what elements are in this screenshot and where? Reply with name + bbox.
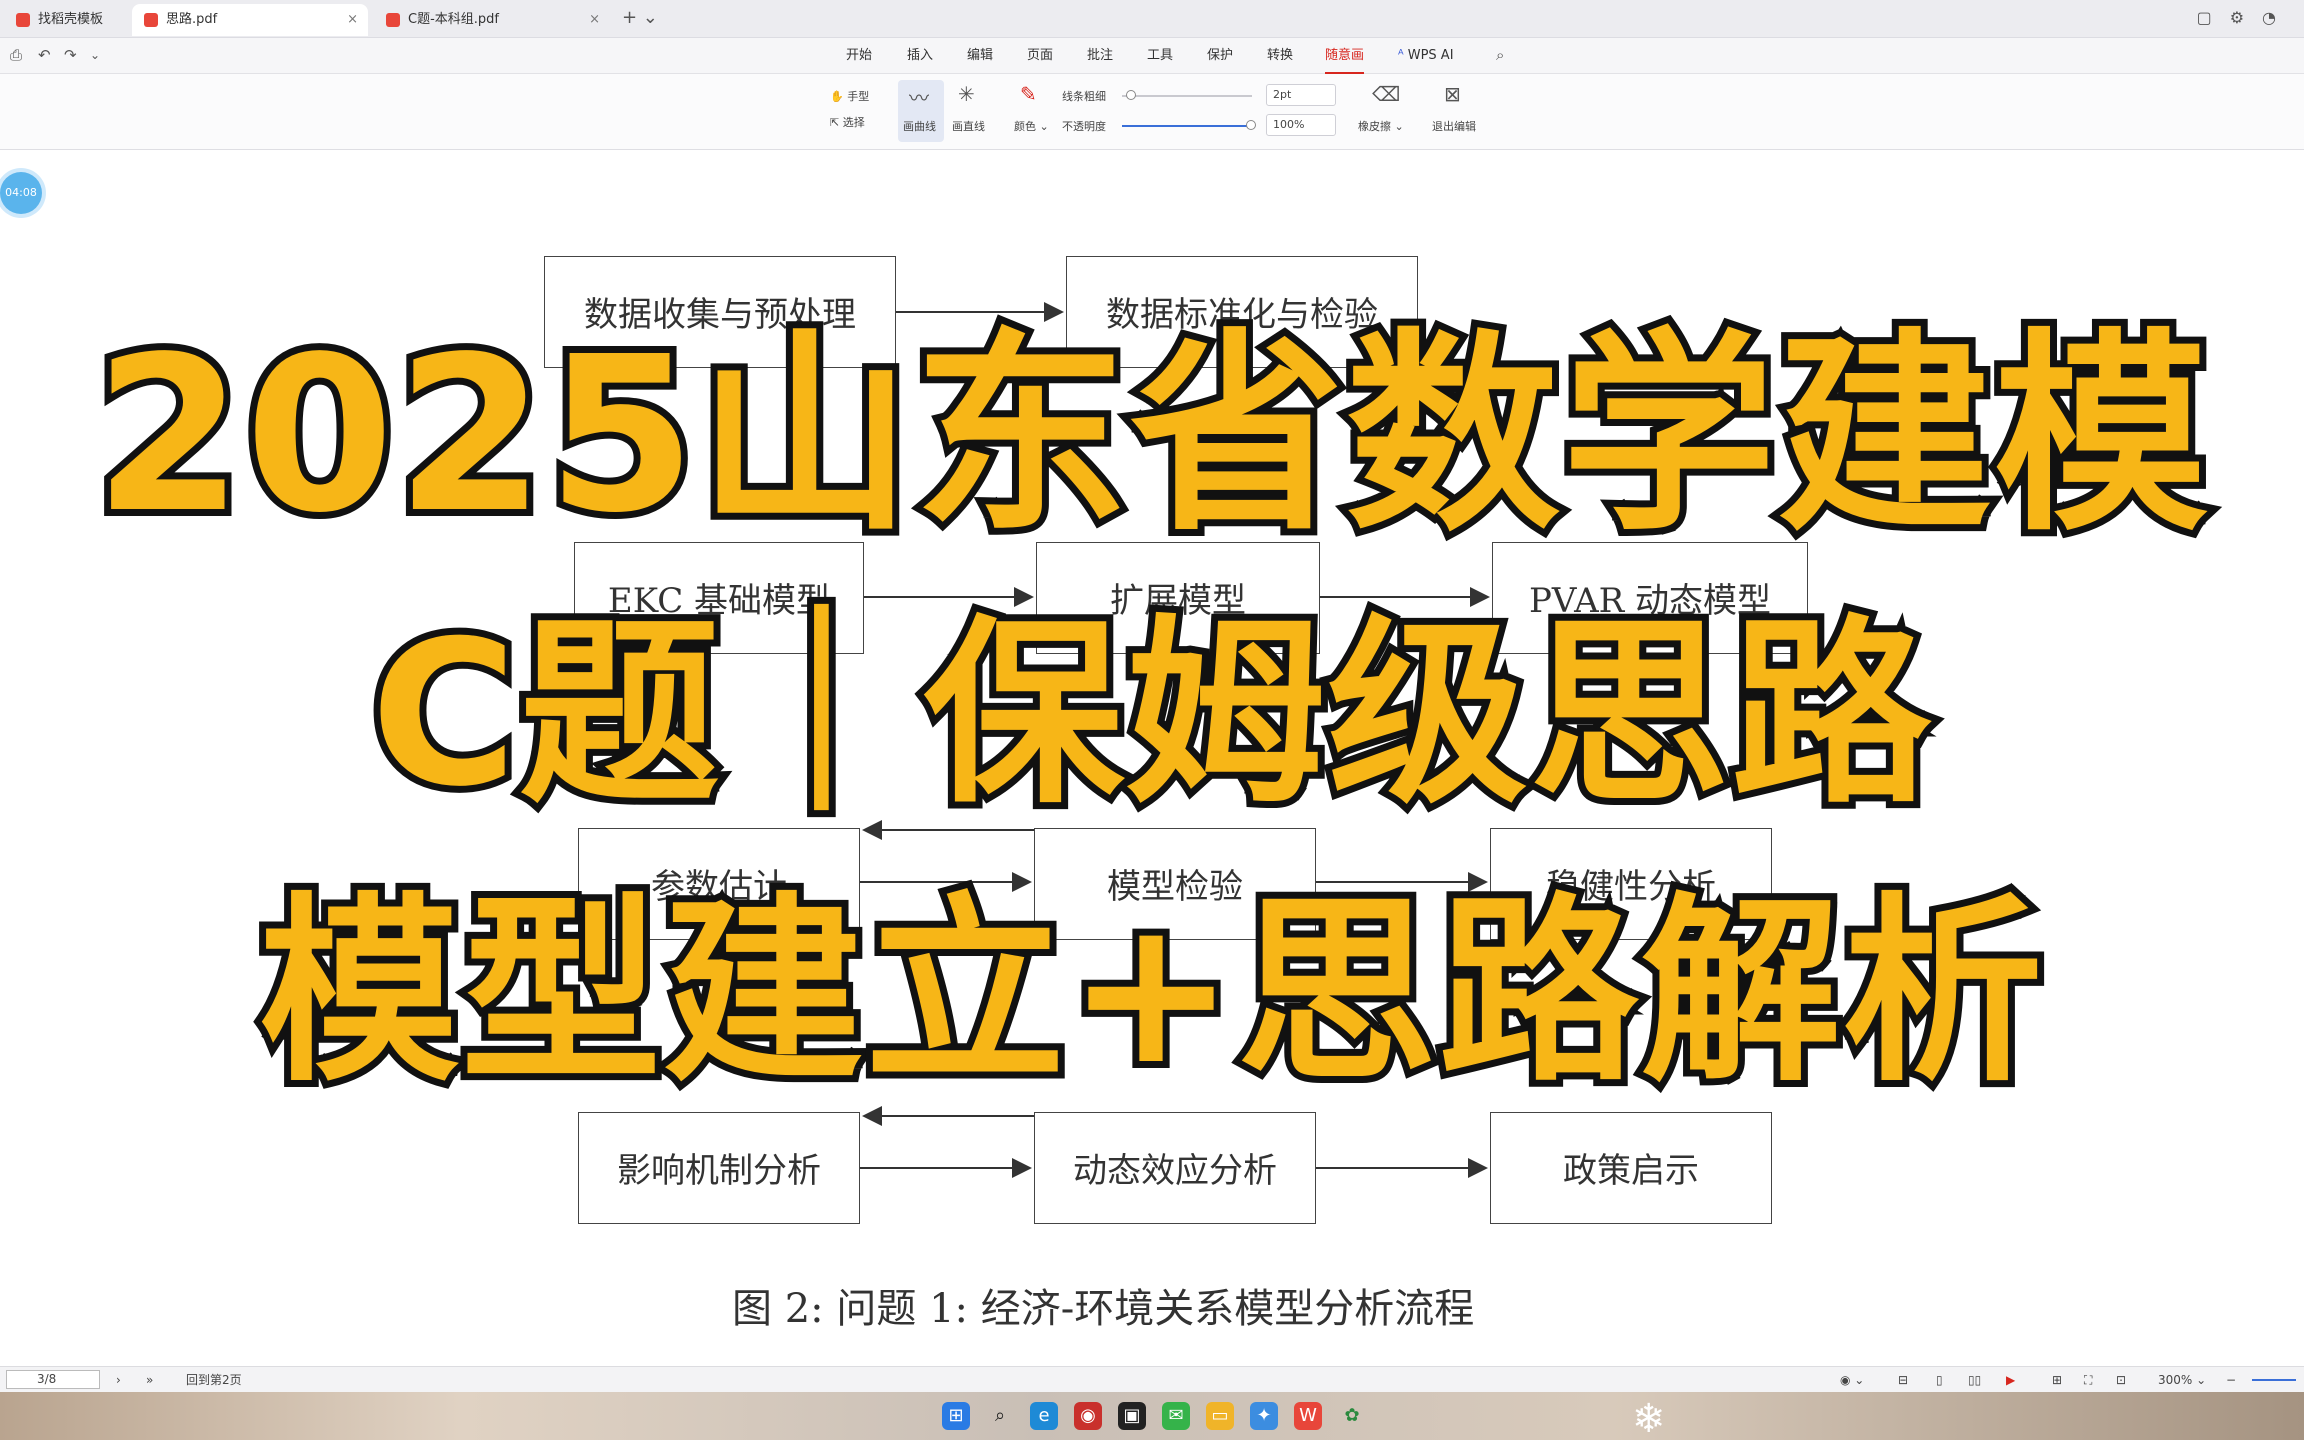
eye-icon[interactable]: ◉ ⌄	[1840, 1367, 1864, 1393]
curve-icon[interactable]: 〰	[909, 82, 929, 111]
folder-icon[interactable]: ▭	[1206, 1402, 1234, 1430]
page-number-input[interactable]: 3/8	[6, 1370, 100, 1389]
tab-label: C题-本科组.pdf	[408, 12, 499, 27]
window-controls[interactable]: ▢⚙◔	[2197, 8, 2294, 27]
undo-icon[interactable]: ↶	[38, 46, 51, 64]
zoom-out-icon[interactable]: −	[2226, 1367, 2236, 1393]
box-label: 政策启示	[1563, 1151, 1699, 1191]
menu-annotate[interactable]: 批注	[1087, 38, 1113, 74]
wps-taskbar-icon[interactable]: W	[1294, 1402, 1322, 1430]
opacity-slider[interactable]	[1122, 125, 1252, 127]
snowflake-icon: ❄	[1632, 1396, 1666, 1442]
grid-icon[interactable]: ⊞	[2052, 1367, 2062, 1393]
figure-caption: 图 2: 问题 1: 经济-环境关系模型分析流程	[732, 1286, 1475, 1332]
ai-icon: ᴬ	[1398, 48, 1408, 63]
menu-page[interactable]: 页面	[1027, 38, 1053, 74]
app-red-icon[interactable]: ◉	[1074, 1402, 1102, 1430]
tab-bar: 找稻壳模板 思路.pdf × C题-本科组.pdf × + ⌄ ▢⚙◔	[0, 0, 2304, 38]
thickness-slider[interactable]	[1122, 95, 1252, 97]
pdf-icon	[144, 13, 158, 27]
menu-wps-ai[interactable]: ᴬ WPS AI	[1398, 38, 1454, 74]
overlay-title-line1: 2025山东省数学建模	[87, 309, 2215, 563]
select-label: 选择	[842, 116, 865, 129]
search-icon[interactable]: ⌕	[986, 1402, 1014, 1430]
menu-tools[interactable]: 工具	[1147, 38, 1173, 74]
search-icon[interactable]: ⌕	[1496, 46, 1504, 64]
zoom-value: 300%	[2158, 1373, 2193, 1387]
box-label: 动态效应分析	[1073, 1151, 1277, 1191]
overlay-title-line2: C题｜保姆级思路	[364, 593, 1939, 837]
tab-label: 思路.pdf	[166, 12, 218, 27]
eraser-label: 橡皮擦	[1358, 120, 1391, 133]
menu-freedraw[interactable]: 随意画	[1325, 38, 1365, 74]
fit-width-icon[interactable]: ⊡	[2116, 1367, 2126, 1393]
menu-edit[interactable]: 编辑	[967, 38, 993, 74]
exit-edit-icon[interactable]: ⊠	[1444, 82, 1461, 106]
straight-line-icon[interactable]: ✳	[958, 82, 975, 106]
box-policy: 政策启示	[1490, 1112, 1772, 1224]
wechat-icon[interactable]: ✉	[1162, 1402, 1190, 1430]
last-page-icon[interactable]: »	[146, 1367, 153, 1393]
single-page-icon[interactable]: ▯	[1936, 1367, 1943, 1393]
thickness-label: 线条粗细	[1062, 90, 1106, 103]
exit-edit-button[interactable]: 退出编辑	[1432, 118, 1476, 134]
thickness-value: 2pt	[1273, 88, 1292, 101]
tab-template[interactable]: 找稻壳模板	[4, 4, 130, 36]
curve-label[interactable]: 画曲线	[903, 118, 936, 134]
box-label: 影响机制分析	[617, 1151, 821, 1191]
draw-ribbon: ✋ 手型 ⇱ 选择 〰 画曲线 ✳ 画直线 ✎ 颜色 ⌄ 线条粗细 不透明度 2…	[0, 74, 2304, 150]
double-page-icon[interactable]: ▯▯	[1968, 1367, 1981, 1393]
pdf-icon	[386, 13, 400, 27]
app-green-icon[interactable]: ✿	[1338, 1402, 1366, 1430]
overlay-title-line3: 模型建立+思路解析	[252, 871, 2050, 1115]
color-picker[interactable]: 颜色 ⌄	[1014, 118, 1049, 134]
hand-tool[interactable]: ✋ 手型	[830, 88, 869, 104]
menu-protect[interactable]: 保护	[1207, 38, 1233, 74]
redo-icon[interactable]: ↷	[64, 46, 77, 64]
box-mechanism: 影响机制分析	[578, 1112, 860, 1224]
tab-pdf[interactable]: C题-本科组.pdf ×	[374, 4, 610, 36]
play-icon[interactable]: ▶	[2006, 1367, 2015, 1393]
edge-icon[interactable]: e	[1030, 1402, 1058, 1430]
close-icon[interactable]: ×	[347, 4, 358, 36]
tab-label: 找稻壳模板	[38, 12, 104, 27]
menu-row: ⎙ ↶ ↷ ⌄ 开始 插入 编辑 页面 批注 工具 保护 转换 随意画 ᴬ WP…	[0, 38, 2304, 74]
fit-icon[interactable]: ⊟	[1898, 1367, 1908, 1393]
fullscreen-icon[interactable]: ⛶	[2084, 1367, 2092, 1393]
menu-insert[interactable]: 插入	[907, 38, 933, 74]
windows-start-icon[interactable]: ⊞	[942, 1402, 970, 1430]
zoom-select[interactable]: 300% ⌄	[2158, 1367, 2206, 1393]
goto-page-link[interactable]: 回到第2页	[186, 1367, 242, 1393]
menu-convert[interactable]: 转换	[1267, 38, 1293, 74]
select-tool[interactable]: ⇱ 选择	[830, 114, 865, 130]
next-page-icon[interactable]: ›	[116, 1367, 121, 1393]
status-bar: 3/8 › » 回到第2页 ◉ ⌄ ⊟ ▯ ▯▯ ▶ ⊞ ⛶ ⊡ 300% ⌄ …	[0, 1366, 2304, 1392]
app-dark-icon[interactable]: ▣	[1118, 1402, 1146, 1430]
thickness-select[interactable]: 2pt	[1266, 84, 1336, 106]
taskbar: ⊞ ⌕ e ◉ ▣ ✉ ▭ ✦ W ✿ ❄	[0, 1392, 2304, 1442]
close-icon[interactable]: ×	[589, 4, 600, 36]
menu-wps-ai-label: WPS AI	[1407, 48, 1454, 63]
eraser-button[interactable]: 橡皮擦 ⌄	[1358, 118, 1404, 134]
wps-icon	[16, 13, 30, 27]
eraser-icon[interactable]: ⌫	[1372, 82, 1400, 106]
opacity-slider-knob[interactable]	[1246, 120, 1256, 130]
opacity-select[interactable]: 100%	[1266, 114, 1336, 136]
hand-label: 手型	[847, 90, 870, 103]
tab-active-pdf[interactable]: 思路.pdf ×	[132, 4, 368, 36]
chevron-down-icon[interactable]: ⌄	[90, 48, 100, 62]
thickness-slider-knob[interactable]	[1126, 90, 1136, 100]
zoom-slider[interactable]	[2252, 1379, 2296, 1381]
box-dynamic-effect: 动态效应分析	[1034, 1112, 1316, 1224]
opacity-value: 100%	[1273, 118, 1305, 131]
straight-label[interactable]: 画直线	[952, 118, 985, 134]
pen-color-icon[interactable]: ✎	[1020, 82, 1037, 106]
color-label: 颜色	[1014, 120, 1036, 133]
new-tab-icon[interactable]: + ⌄	[622, 7, 658, 28]
menu-start[interactable]: 开始	[846, 38, 872, 74]
opacity-label: 不透明度	[1062, 120, 1106, 133]
print-icon[interactable]: ⎙	[10, 46, 22, 64]
app-blue-icon[interactable]: ✦	[1250, 1402, 1278, 1430]
